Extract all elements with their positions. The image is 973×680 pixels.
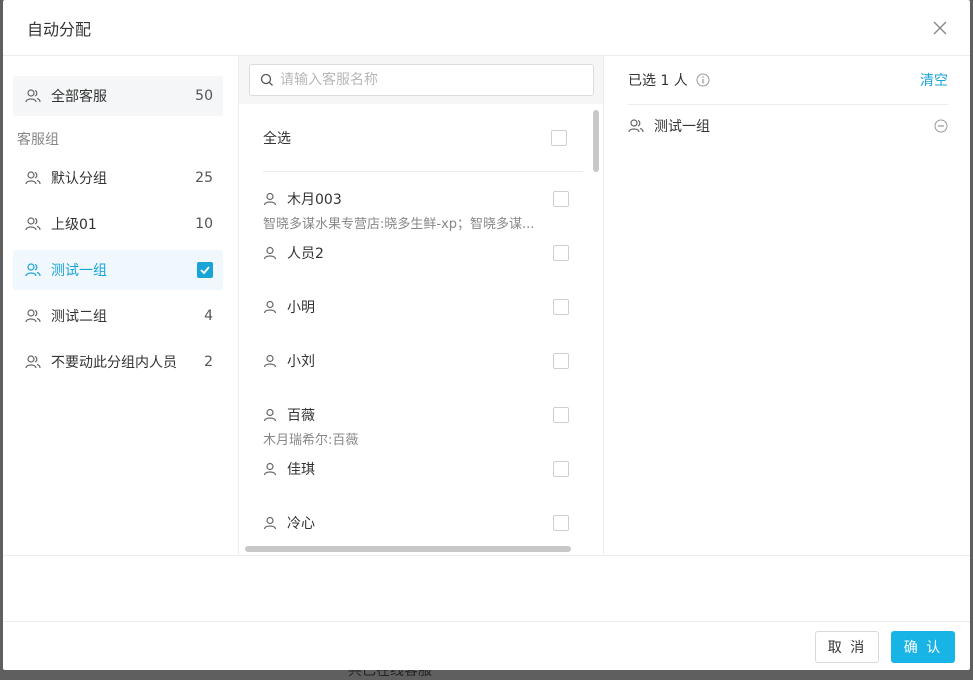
confirm-button[interactable]: 确 认: [891, 631, 955, 663]
person-name: 木月003: [287, 192, 342, 208]
users-icon: [25, 355, 41, 369]
clear-link[interactable]: 清空: [920, 70, 948, 90]
remove-circle-icon[interactable]: [934, 119, 948, 133]
user-icon: [263, 300, 277, 314]
close-icon[interactable]: [932, 20, 948, 36]
user-icon: [263, 246, 277, 260]
person-checkbox[interactable]: [553, 515, 569, 531]
list-item[interactable]: 佳琪: [263, 458, 569, 480]
person-name: 百薇: [287, 408, 315, 424]
dialog-title: 自动分配: [27, 19, 92, 39]
group-item-do-not-touch[interactable]: 不要动此分组内人员 2: [13, 342, 223, 382]
person-checkbox[interactable]: [553, 461, 569, 477]
users-icon: [25, 89, 41, 103]
group-label: 全部客服: [51, 89, 107, 105]
person-checkbox[interactable]: [553, 407, 569, 423]
person-shop: 木月瑞希尔:百薇: [263, 433, 359, 448]
person-checkbox[interactable]: [553, 353, 569, 369]
group-label: 测试一组: [51, 263, 107, 279]
group-count: 50: [195, 88, 213, 104]
person-name: 佳琪: [287, 462, 315, 478]
user-icon: [263, 516, 277, 530]
person-name: 小刘: [287, 354, 315, 370]
group-item-test-one[interactable]: 测试一组: [13, 250, 223, 290]
selected-item: 测试一组: [628, 105, 948, 147]
person-checkbox[interactable]: [553, 245, 569, 261]
group-item-default[interactable]: 默认分组 25: [13, 158, 223, 198]
vertical-scrollbar[interactable]: [593, 110, 599, 172]
info-icon[interactable]: [696, 73, 710, 87]
list-item[interactable]: 人员2: [263, 242, 569, 264]
select-all-row[interactable]: 全选: [263, 104, 583, 172]
search-box: [249, 64, 594, 96]
person-checkbox[interactable]: [553, 299, 569, 315]
selected-header: 已选 1 人 清空: [628, 56, 948, 105]
dialog-header: 自动分配: [3, 0, 970, 56]
person-name: 人员2: [287, 246, 324, 262]
group-label: 默认分组: [51, 171, 107, 187]
list-item[interactable]: 冷心: [263, 512, 569, 534]
users-icon: [628, 119, 644, 133]
group-count: 4: [204, 308, 213, 324]
group-label: 测试二组: [51, 309, 107, 325]
member-list: 全选 木月003 智晓多谋水果专营店:晓多生鲜-xp；智晓多谋... 人员2 小…: [239, 104, 603, 556]
users-icon: [25, 263, 41, 277]
group-label: 上级01: [51, 217, 97, 233]
group-checkbox-checked[interactable]: [197, 262, 213, 278]
group-count: 25: [195, 170, 213, 186]
list-item[interactable]: 木月003 智晓多谋水果专营店:晓多生鲜-xp；智晓多谋...: [263, 188, 569, 232]
users-icon: [25, 217, 41, 231]
person-name: 小明: [287, 300, 315, 316]
search-icon: [260, 73, 273, 86]
cancel-button[interactable]: 取 消: [815, 631, 879, 663]
check-icon: [200, 266, 210, 275]
group-count: 10: [195, 216, 213, 232]
dialog-body: 全部客服 50 客服组 默认分组 25 上级01 10 测试一组 测试二组 4 …: [3, 56, 970, 556]
group-item-superior01[interactable]: 上级01 10: [13, 204, 223, 244]
group-item-all[interactable]: 全部客服 50: [13, 76, 223, 116]
group-count: 2: [204, 354, 213, 370]
person-checkbox[interactable]: [553, 191, 569, 207]
search-bar: [239, 56, 603, 104]
search-input[interactable]: [280, 72, 583, 88]
group-list-panel: 全部客服 50 客服组 默认分组 25 上级01 10 测试一组 测试二组 4 …: [3, 56, 238, 556]
person-name: 冷心: [287, 516, 315, 532]
group-item-test-two[interactable]: 测试二组 4: [13, 296, 223, 336]
selected-item-label: 测试一组: [654, 119, 710, 135]
section-label: 客服组: [17, 132, 59, 148]
user-icon: [263, 408, 277, 422]
list-item[interactable]: 小刘: [263, 350, 569, 372]
user-icon: [263, 192, 277, 206]
group-label: 不要动此分组内人员: [51, 355, 177, 371]
dialog-footer: 取 消 确 认: [3, 621, 970, 670]
person-shop: 智晓多谋水果专营店:晓多生鲜-xp；智晓多谋...: [263, 217, 535, 232]
user-icon: [263, 462, 277, 476]
selected-panel: 已选 1 人 清空 测试一组: [604, 56, 970, 556]
select-all-checkbox[interactable]: [551, 129, 567, 146]
selected-count: 已选 1 人: [628, 73, 688, 89]
auto-assign-dialog: 自动分配 全部客服 50 客服组 默认分组 25 上级01 10 测试一组 测试…: [3, 0, 970, 670]
horizontal-scrollbar[interactable]: [245, 546, 571, 552]
list-item[interactable]: 小明: [263, 296, 569, 318]
select-all-label: 全选: [263, 130, 291, 147]
users-icon: [25, 171, 41, 185]
member-list-panel: 全选 木月003 智晓多谋水果专营店:晓多生鲜-xp；智晓多谋...: [238, 56, 604, 556]
user-icon: [263, 354, 277, 368]
users-icon: [25, 309, 41, 323]
list-item[interactable]: 百薇 木月瑞希尔:百薇: [263, 404, 569, 448]
